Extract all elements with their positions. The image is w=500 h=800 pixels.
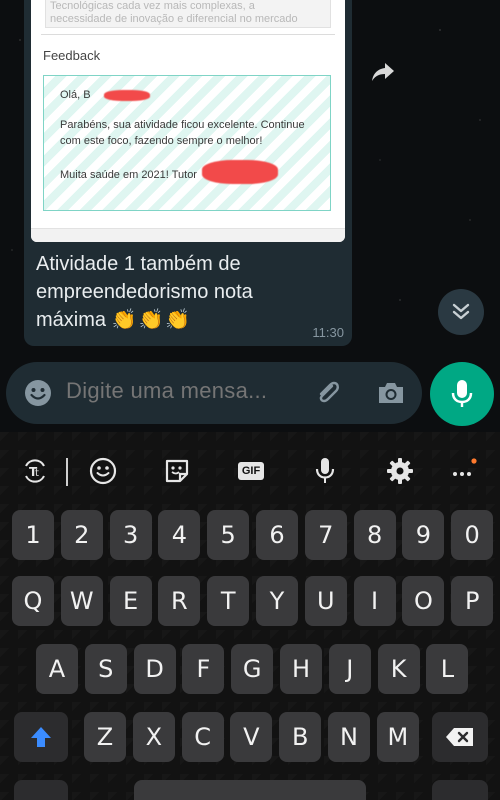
feedback-title: Feedback bbox=[43, 48, 101, 63]
message-text: Atividade 1 também de empreendedorismo n… bbox=[36, 250, 326, 334]
key-y[interactable]: Y bbox=[256, 576, 298, 626]
sticker-icon bbox=[165, 459, 189, 483]
key-u[interactable]: U bbox=[304, 576, 347, 626]
keyboard-settings-button[interactable] bbox=[385, 456, 415, 486]
backspace-icon bbox=[446, 728, 473, 746]
camera-icon[interactable] bbox=[376, 379, 406, 407]
key-3[interactable]: 3 bbox=[109, 510, 152, 560]
key-z[interactable]: Z bbox=[84, 712, 126, 762]
key-5[interactable]: 5 bbox=[207, 510, 250, 560]
preview-top-text: Tecnológicas cada vez mais complexas, a … bbox=[45, 0, 331, 28]
key-1[interactable]: 1 bbox=[12, 510, 54, 560]
smiley-icon bbox=[89, 457, 117, 485]
key-d[interactable]: D bbox=[133, 644, 176, 694]
paperclip-icon[interactable] bbox=[312, 378, 342, 408]
gif-icon: GIF bbox=[237, 462, 265, 480]
feedback-signoff: Muita saúde em 2021! Tutor bbox=[60, 169, 197, 181]
rotate-text-icon: T t bbox=[25, 459, 45, 483]
key-b[interactable]: B bbox=[279, 712, 322, 762]
key-c[interactable]: C bbox=[181, 712, 224, 762]
preview-top-line-2: necessidade de inovação e diferencial no… bbox=[50, 13, 298, 25]
key-m[interactable]: M bbox=[376, 712, 419, 762]
feedback-body-line-1: Parabéns, sua atividade ficou excelente.… bbox=[60, 119, 305, 131]
key-6[interactable]: 6 bbox=[256, 510, 298, 560]
key-p[interactable]: P bbox=[451, 576, 494, 626]
symbols-key[interactable] bbox=[14, 780, 68, 800]
forward-button[interactable] bbox=[367, 56, 399, 88]
key-a[interactable]: A bbox=[36, 644, 78, 694]
svg-text:t: t bbox=[35, 468, 39, 479]
feedback-box: Olá, B Parabéns, sua atividade ficou exc… bbox=[43, 75, 331, 211]
toolbar-divider bbox=[66, 458, 68, 486]
message-line-3: máxima bbox=[36, 309, 107, 331]
voice-record-button[interactable] bbox=[430, 362, 494, 426]
more-options-button[interactable] bbox=[448, 456, 478, 486]
message-input-bar bbox=[6, 362, 422, 424]
keyboard-toolbar: T t GIF bbox=[0, 432, 500, 508]
more-dots-icon bbox=[453, 458, 477, 476]
key-t[interactable]: T bbox=[207, 576, 250, 626]
key-o[interactable]: O bbox=[402, 576, 445, 626]
preview-divider bbox=[41, 34, 335, 35]
message-time: 11:30 bbox=[312, 325, 344, 340]
feedback-body-line-2: com este foco, fazendo sempre o melhor! bbox=[60, 135, 263, 147]
key-k[interactable]: K bbox=[377, 644, 420, 694]
key-r[interactable]: R bbox=[158, 576, 201, 626]
preview-top-line-1: Tecnológicas cada vez mais complexas, a bbox=[50, 0, 255, 12]
key-g[interactable]: G bbox=[231, 644, 274, 694]
voice-input-button[interactable] bbox=[310, 456, 340, 486]
redaction-mark bbox=[202, 160, 278, 184]
sticker-button[interactable] bbox=[162, 456, 192, 486]
keyboard-microphone-icon bbox=[315, 458, 335, 483]
double-chevron-down-icon bbox=[452, 303, 470, 320]
message-line-2: empreendedorismo nota bbox=[36, 281, 253, 303]
translate-toggle-button[interactable]: T t bbox=[20, 456, 50, 486]
forward-icon bbox=[372, 63, 394, 81]
key-h[interactable]: H bbox=[280, 644, 322, 694]
key-2[interactable]: 2 bbox=[60, 510, 103, 560]
key-i[interactable]: I bbox=[353, 576, 396, 626]
key-l[interactable]: L bbox=[426, 644, 469, 694]
microphone-icon bbox=[451, 380, 473, 407]
key-s[interactable]: S bbox=[84, 644, 127, 694]
shift-key[interactable] bbox=[14, 712, 68, 762]
key-4[interactable]: 4 bbox=[158, 510, 201, 560]
key-e[interactable]: E bbox=[109, 576, 152, 626]
enter-key[interactable] bbox=[432, 780, 488, 800]
image-preview[interactable]: Tecnológicas cada vez mais complexas, a … bbox=[31, 0, 345, 242]
key-n[interactable]: N bbox=[328, 712, 370, 762]
key-8[interactable]: 8 bbox=[353, 510, 396, 560]
clapping-emoji: 👏👏👏 bbox=[111, 309, 193, 331]
emoji-keyboard-button[interactable] bbox=[88, 456, 118, 486]
key-0[interactable]: 0 bbox=[451, 510, 494, 560]
gif-button[interactable]: GIF bbox=[236, 456, 266, 486]
key-7[interactable]: 7 bbox=[304, 510, 347, 560]
key-x[interactable]: X bbox=[132, 712, 175, 762]
redaction-mark bbox=[104, 90, 150, 101]
space-key[interactable] bbox=[134, 780, 366, 800]
shift-arrow-icon bbox=[31, 727, 51, 747]
scroll-to-bottom-button[interactable] bbox=[438, 289, 484, 335]
emoji-icon[interactable] bbox=[24, 379, 52, 407]
message-input[interactable] bbox=[66, 378, 296, 404]
backspace-key[interactable] bbox=[432, 712, 488, 762]
soft-keyboard: T t GIF 1 2 3 4 5 6 7 8 9 0 Q W E R T Y … bbox=[0, 432, 500, 800]
preview-bottom-bar bbox=[31, 228, 345, 242]
message-line-1: Atividade 1 também de bbox=[36, 253, 241, 275]
gear-icon bbox=[387, 458, 413, 484]
feedback-greeting: Olá, B bbox=[60, 89, 91, 101]
key-f[interactable]: F bbox=[182, 644, 225, 694]
key-9[interactable]: 9 bbox=[402, 510, 445, 560]
key-v[interactable]: V bbox=[230, 712, 273, 762]
key-j[interactable]: J bbox=[328, 644, 371, 694]
key-q[interactable]: Q bbox=[12, 576, 54, 626]
key-w[interactable]: W bbox=[60, 576, 103, 626]
message-bubble[interactable]: Tecnológicas cada vez mais complexas, a … bbox=[24, 0, 352, 346]
